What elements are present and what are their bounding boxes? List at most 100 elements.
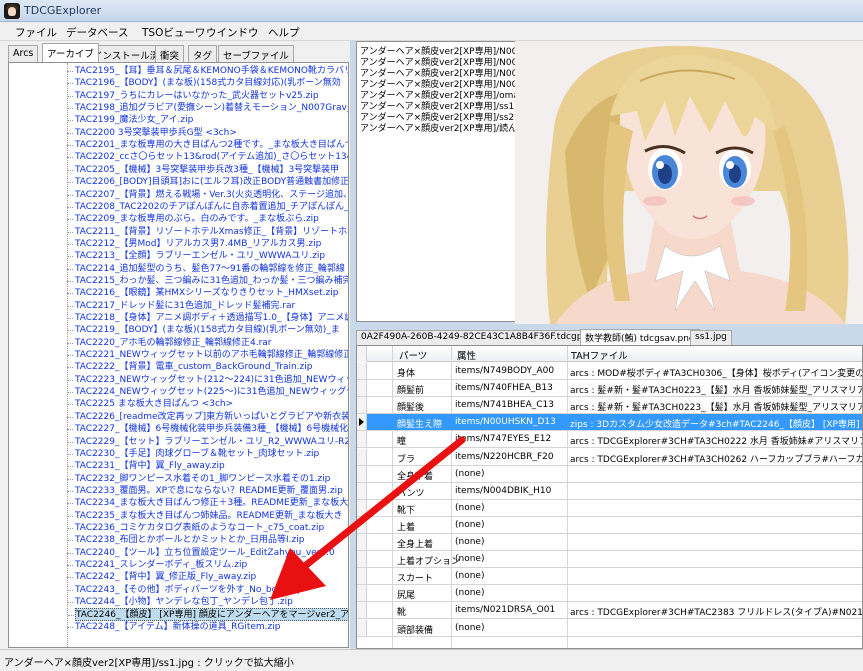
- archive-item[interactable]: TAC2241_スレンダーボディ_板スリム.zip: [67, 559, 247, 572]
- cell-tah-file[interactable]: arcs : 髪#新・髪#TA3CH0223_【髪】水月 香坂姉妹髪型_アリスマ…: [570, 400, 862, 413]
- archive-item[interactable]: TAC2199_魔法少女_アイ.zip: [67, 114, 193, 127]
- cell-part[interactable]: 尻尾: [397, 588, 415, 601]
- tab-collision[interactable]: 衝突: [155, 45, 185, 62]
- archive-file-item[interactable]: アンダーヘア×顔皮ver2[XP専用]/N00VHSKN_: [360, 58, 533, 69]
- archive-item[interactable]: TAC2195_【耳】垂耳＆尻尾＆KEMONO手袋＆KEMONO靴カラバリ: [67, 65, 348, 78]
- archive-item[interactable]: TAC2220_アホ毛の輪郭線修正_輪郭線修正4.rar: [67, 337, 272, 350]
- archive-file-item[interactable]: アンダーヘア×顔皮ver2[XP専用]/N00XHSKN_: [360, 80, 533, 91]
- row-header[interactable]: [357, 363, 367, 379]
- row-header[interactable]: [357, 551, 367, 568]
- archive-item[interactable]: TAC2225 まな板大き目ぱんつ <3ch>: [67, 398, 233, 411]
- cell-part[interactable]: 顔髪前: [397, 383, 424, 396]
- archive-item[interactable]: TAC2232_脚ワンピース水着その1_脚ワンピース水着その1.zip: [67, 473, 330, 486]
- cell-attribute[interactable]: items/N740FHEA_B13: [455, 383, 553, 393]
- grid-row[interactable]: 靴下 (none): [357, 499, 862, 517]
- archive-item[interactable]: TAC2201_まな板専用の大き目ぱんつ2種です。_まな板大き目ぱんつ: [67, 139, 348, 152]
- row-header[interactable]: [357, 585, 367, 602]
- menu-tso-viewer[interactable]: TSOビューワ: [142, 25, 205, 40]
- cell-part[interactable]: 靴下: [397, 503, 415, 516]
- cell-part[interactable]: 身体: [397, 366, 415, 379]
- cell-part[interactable]: ブラ: [397, 452, 415, 465]
- archive-item[interactable]: TAC2207_【背景】燃える戦場・Ver.3(火炎透明化、ステージ追加、軽: [67, 189, 348, 202]
- archive-item[interactable]: TAC2222_【背景】電車_custom_BackGround_Train.z…: [67, 361, 312, 374]
- archive-item[interactable]: TAC2206_[BODY]目頭耳]おに(エルフ耳)改正BODY普通触書加修正と…: [67, 176, 348, 189]
- grid-row[interactable]: パンツ items/N004DBIK_H10: [357, 482, 862, 500]
- cell-part[interactable]: 靴: [397, 605, 406, 618]
- menu-window[interactable]: ウインドウ: [206, 25, 259, 40]
- col-header-attribute[interactable]: 属性: [457, 348, 476, 362]
- archive-file-item[interactable]: アンダーヘア×顔皮ver2[XP専用]/読んだ方がいい: [360, 124, 533, 135]
- archive-item[interactable]: TAC2200 3号突撃装甲歩兵G型 <3ch>: [67, 127, 237, 140]
- archive-item[interactable]: TAC2219_【BODY】(まな板)(158式カタ目線)(乳ボーン無効)_ま: [67, 324, 340, 337]
- archive-item[interactable]: TAC2218_【身体】アニメ調ボディ＋透過描写1.0_【身体】アニメ調ボディ: [67, 312, 348, 325]
- archive-item[interactable]: TAC2229_【セット】ラブリーエンゼル・ユリ_R2_WWWAユリ-R2.zi…: [67, 436, 348, 449]
- cell-tah-file[interactable]: arcs : 髪#新・髪#TA3CH0223_【髪】水月 香坂姉妹髪型_アリスマ…: [570, 383, 862, 396]
- archive-file-item[interactable]: アンダーヘア×顔皮ver2[XP専用]/N00WHSKN_: [360, 69, 533, 80]
- cell-tah-file[interactable]: arcs : TDCGExplorer#3CH#TA3CH0262 ハーフカップ…: [570, 452, 862, 465]
- row-header[interactable]: [357, 414, 367, 431]
- grid-row[interactable]: 靴 items/N021DRSA_O01 arcs : TDCGExplorer#3…: [357, 602, 862, 620]
- parts-grid[interactable]: パーツ 属性 TAHファイル 身体 items/N749BODY_A00arcs …: [356, 345, 863, 649]
- model-preview-image[interactable]: [515, 41, 863, 324]
- grid-row[interactable]: ブラ items/N220HCBR_F20 arcs : TDCGExplorer#…: [357, 448, 862, 466]
- row-header[interactable]: [357, 380, 367, 397]
- archive-item[interactable]: TAC2244_【小物】ヤンデレな包丁_ヤンデレ包丁.zip: [67, 596, 293, 609]
- row-header[interactable]: [357, 431, 367, 448]
- cell-attribute[interactable]: (none): [455, 469, 484, 479]
- archive-item[interactable]: TAC2208_TAC2202のチアぽんぽんに自赤着置追加_チアぽんぽん_白赤.…: [67, 201, 348, 214]
- archive-item[interactable]: TAC2202_ccさ〇らセット13&rod(アイテム追加)_さ〇らセット13&…: [67, 151, 348, 164]
- cell-attribute[interactable]: (none): [455, 554, 484, 564]
- row-header[interactable]: [357, 465, 367, 482]
- archive-item[interactable]: TAC2243_【その他】ボディパーツを外す_No_body.zip: [67, 584, 303, 597]
- archive-item[interactable]: TAC2214_追加髪型のうち、髪色77〜91番の輪郭線を修正_輪郭線: [67, 263, 345, 276]
- col-header-part[interactable]: パーツ: [399, 348, 427, 362]
- cell-attribute[interactable]: items/N00UHSKN_D13: [455, 417, 556, 427]
- grid-row[interactable]: 身体 items/N749BODY_A00 arcs : MOD#桜ボディ#TA3C…: [357, 363, 862, 380]
- tab-arcs[interactable]: Arcs: [8, 45, 39, 62]
- row-header[interactable]: [357, 448, 367, 465]
- grid-row[interactable]: 瞳 items/N747EYES_E12 arcs : TDCGExplorer#3…: [357, 431, 862, 449]
- cell-tah-file[interactable]: zips : 3Dカスタム少女改造データ#3ch#TAC2246_【顔皮】 [X…: [570, 417, 862, 430]
- cell-attribute[interactable]: (none): [455, 537, 484, 547]
- archive-item[interactable]: TAC2227_【機械】6号機械化装甲歩兵装備3種_【機械】6号機械化: [67, 423, 348, 436]
- archive-item[interactable]: TAC2205_【機械】3号突撃装甲歩兵改3種_【機械】3号突撃装甲: [67, 164, 339, 177]
- archive-item[interactable]: TAC2236_コミケカタログ表紙のようなコート_c75_coat.zip: [67, 522, 324, 535]
- archive-item[interactable]: TAC2231_【背中】翼_Fly_away.zip: [67, 460, 225, 473]
- archive-file-item[interactable]: アンダーヘア×顔皮ver2[XP専用]/omake.7z: [360, 91, 533, 102]
- archive-item[interactable]: TAC2230_【手足】肉球グローブ＆靴セット_肉球セット.zip: [67, 448, 319, 461]
- grid-row[interactable]: 尻尾 (none): [357, 585, 862, 603]
- archive-item[interactable]: TAC2212_【男Mod】リアルカス男7.4MB_リアルカス男.zip: [67, 238, 321, 251]
- archive-item[interactable]: TAC2217_ドレッド髪に31色追加_ドレッド髪補完.rar: [67, 300, 295, 313]
- cell-part[interactable]: 全身上着: [397, 537, 433, 550]
- archive-item[interactable]: TAC2240_【ツール】立ち位置設定ツール_EditZahyou_ver1.0: [67, 547, 335, 560]
- cell-attribute[interactable]: items/N747EYES_E12: [455, 434, 551, 444]
- archive-item[interactable]: TAC2248_【アイテム】新体操の道具_RGitem.zip: [67, 621, 280, 634]
- cell-part[interactable]: 上着オプション: [397, 554, 460, 567]
- cell-part[interactable]: 瞳: [397, 434, 406, 447]
- archive-item[interactable]: TAC2223_NEWウィッグセット(212〜224)に31色追加_NEWウィッ…: [67, 374, 348, 387]
- cell-attribute[interactable]: items/N749BODY_A00: [455, 366, 554, 376]
- col-header-tah-file[interactable]: TAHファイル: [571, 348, 628, 362]
- grid-row[interactable]: スカート (none): [357, 568, 862, 586]
- tab-savefiles[interactable]: セーブファイル: [218, 45, 294, 62]
- archive-item[interactable]: TAC2215_わっか髪、三つ編みに31色追加_わっか髪・三つ編み補完: [67, 275, 348, 288]
- cell-attribute[interactable]: items/N021DRSA_O01: [455, 605, 555, 615]
- cell-part[interactable]: 全身下着: [397, 469, 433, 482]
- grid-row[interactable]: 全身上着 (none): [357, 534, 862, 551]
- cell-part[interactable]: 頭部装備: [397, 623, 433, 636]
- menu-database[interactable]: データベース: [66, 25, 128, 40]
- grid-row[interactable]: 全身下着 (none): [357, 465, 862, 483]
- cell-attribute[interactable]: (none): [455, 588, 484, 598]
- archive-item[interactable]: TAC2224_NEWウィッグセット(225〜)に31色追加_NEWウィッグセ: [67, 386, 348, 399]
- cell-tah-file[interactable]: arcs : TDCGExplorer#3CH#TA3CH0222 水月 香坂姉…: [570, 434, 862, 447]
- row-header[interactable]: [357, 516, 367, 533]
- cell-part[interactable]: 顔髪後: [397, 400, 424, 413]
- menu-help[interactable]: ヘルプ: [268, 25, 300, 40]
- grid-row[interactable]: 顔髪後 items/N741BHEA_C13 arcs : 髪#新・髪#TA3CH0…: [357, 397, 862, 415]
- archive-item[interactable]: TAC2211_【背景】リゾートホテルXmas修正_【背景】リゾートホテルXma…: [67, 226, 348, 239]
- archive-item[interactable]: TAC2197_うちにカレーはいなかった_武火器セットv25.zip: [67, 90, 319, 103]
- grid-row[interactable]: 上着 (none): [357, 516, 862, 534]
- archive-item[interactable]: TAC2216_【眼鏡】某HMXシリーズなりきりセット_HMXset.zip: [67, 287, 339, 300]
- row-header[interactable]: [357, 499, 367, 516]
- row-header[interactable]: [357, 397, 367, 414]
